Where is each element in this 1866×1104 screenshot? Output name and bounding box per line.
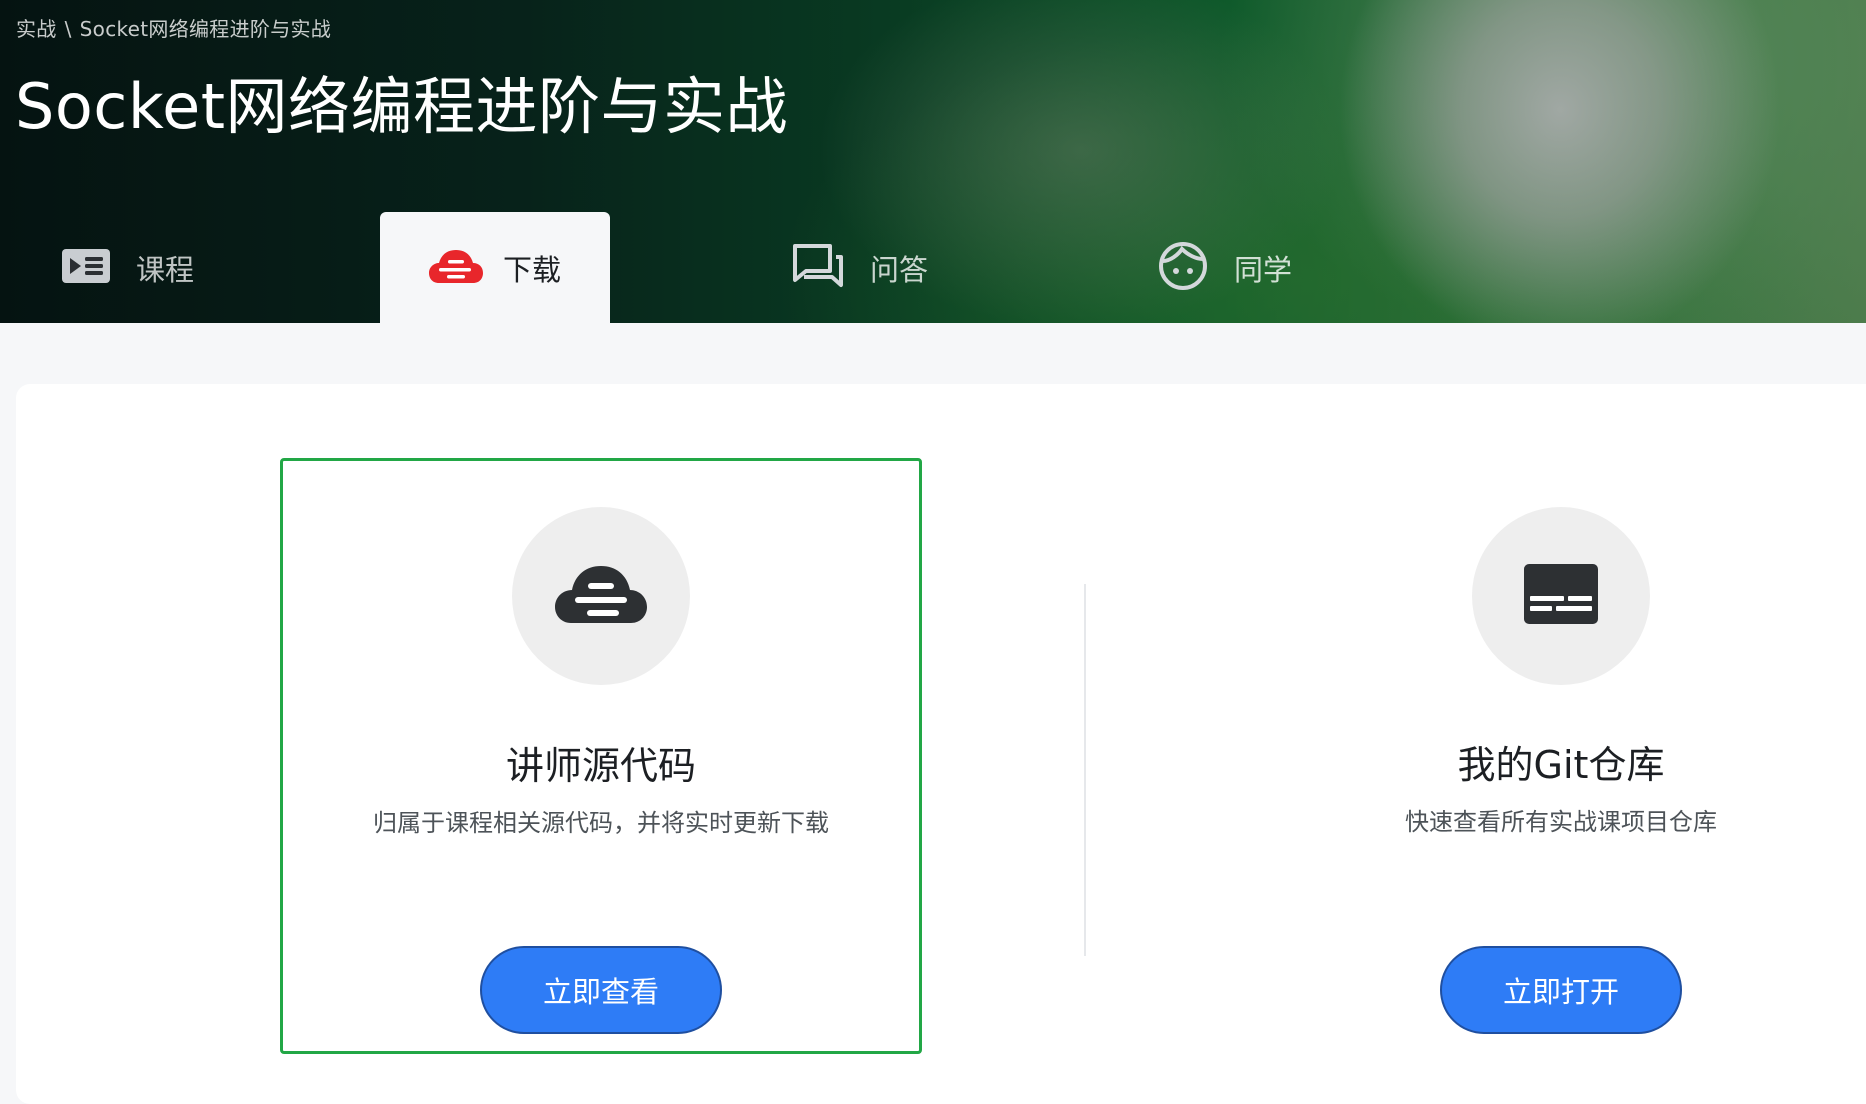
course-header: 实战 \ Socket网络编程进阶与实战 Socket网络编程进阶与实战 课程 (0, 0, 1866, 323)
breadcrumb-item-course[interactable]: Socket网络编程进阶与实战 (80, 13, 331, 42)
card-git-icon-circle (1472, 507, 1650, 685)
card-git-description: 快速查看所有实战课项目仓库 (1405, 808, 1717, 836)
card-source-title: 讲师源代码 (505, 744, 696, 788)
tab-course[interactable]: 课程 (62, 212, 322, 323)
chat-bubbles-icon (792, 243, 844, 293)
tab-qa[interactable]: 问答 (792, 212, 1052, 323)
tab-download-label: 下载 (502, 252, 561, 287)
view-now-button[interactable]: 立即查看 (480, 946, 722, 1034)
open-now-button[interactable]: 立即打开 (1440, 946, 1682, 1034)
tab-course-label: 课程 (136, 252, 195, 287)
card-git-title: 我的Git仓库 (1457, 743, 1665, 787)
card-divider (1084, 584, 1086, 956)
card-source-icon-circle (512, 507, 690, 685)
card-git-repository[interactable]: 我的Git仓库 快速查看所有实战课项目仓库 立即打开 (1240, 458, 1866, 1054)
video-list-icon (62, 248, 110, 287)
tab-download[interactable]: 下载 (380, 212, 610, 323)
tab-classmates[interactable]: 同学 (1158, 212, 1418, 323)
tab-classmates-label: 同学 (1234, 252, 1293, 287)
page-title: Socket网络编程进阶与实战 (15, 70, 789, 143)
card-source-description: 归属于课程相关源代码，并将实时更新下载 (373, 809, 829, 837)
cloud-download-icon (428, 247, 483, 289)
terminal-icon (1524, 564, 1598, 628)
cloud-code-icon (555, 563, 647, 629)
course-tabs: 课程 下载 问答 同学 (0, 212, 1866, 323)
tab-qa-label: 问答 (870, 252, 929, 287)
breadcrumb-item-practice[interactable]: 实战 (16, 13, 57, 42)
face-icon (1158, 241, 1208, 295)
breadcrumb: 实战 \ Socket网络编程进阶与实战 (16, 13, 331, 42)
breadcrumb-separator: \ (64, 17, 72, 41)
card-instructor-source[interactable]: 讲师源代码 归属于课程相关源代码，并将实时更新下载 立即查看 (280, 458, 922, 1054)
